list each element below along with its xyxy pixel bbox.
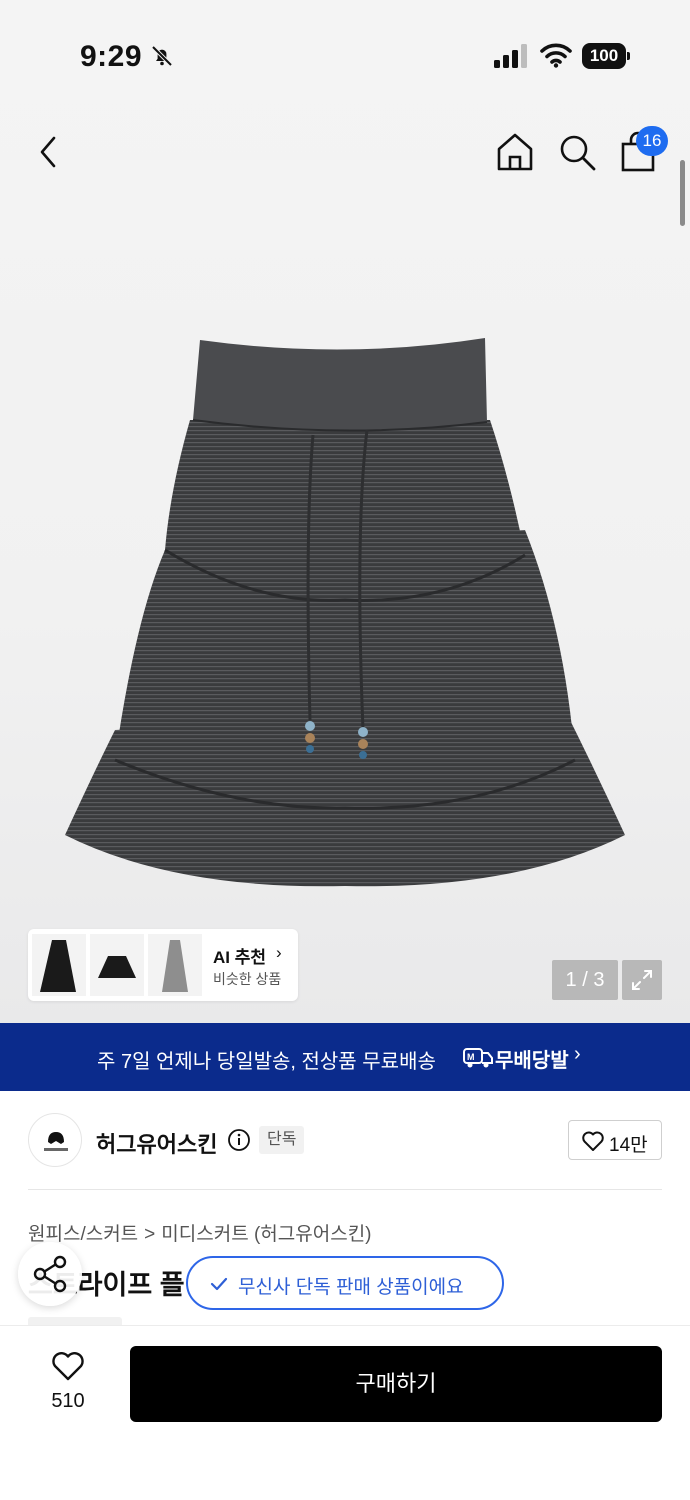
share-icon <box>33 1255 67 1293</box>
wifi-icon <box>540 43 572 68</box>
exclusive-badge: 단독 <box>259 1126 305 1154</box>
brand-name[interactable]: 허그유어스킨 <box>96 1127 217 1159</box>
chevron-right-icon: › <box>276 943 282 962</box>
recommendation-thumbnail[interactable] <box>32 934 86 996</box>
brand-row: 허그유어스킨 단독 14만 <box>0 1091 690 1191</box>
wishlist-count: 510 <box>51 1390 85 1412</box>
cart-count-badge: 16 <box>636 126 668 156</box>
top-navigation <box>0 120 690 184</box>
toast-text: 무신사 단독 판매 상품이에요 <box>238 1277 464 1298</box>
divider <box>28 1189 662 1190</box>
scrollbar[interactable] <box>680 160 685 226</box>
battery-nub <box>627 52 630 60</box>
brand-like-count: 14만 <box>609 1135 648 1156</box>
wishlist-button[interactable]: 510 <box>38 1350 98 1420</box>
home-icon[interactable] <box>493 130 537 174</box>
breadcrumb-separator: > <box>144 1224 156 1245</box>
brand-like-button[interactable]: 14만 <box>568 1120 662 1160</box>
cell-signal-icon <box>494 44 527 68</box>
delivery-banner[interactable]: 주 7일 언제나 당일발송, 전상품 무료배송 M 무배당발 › <box>0 1023 690 1091</box>
svg-text:M: M <box>467 1052 475 1062</box>
expand-icon[interactable] <box>622 960 662 1000</box>
ai-recommend-title: AI 추천 <box>213 948 267 967</box>
product-photo-skirt <box>65 338 625 887</box>
recommendation-thumbnail[interactable] <box>148 934 202 996</box>
banner-brand: 무배당발 <box>495 1050 569 1072</box>
share-button[interactable] <box>18 1242 82 1306</box>
ai-recommendation-card[interactable]: AI 추천 › 비슷한 상품 <box>28 929 298 1001</box>
status-bar: 9:29 100 <box>0 0 690 100</box>
exclusive-toast: 무신사 단독 판매 상품이에요 <box>186 1256 504 1310</box>
ai-recommend-subtitle: 비슷한 상품 <box>213 971 282 987</box>
heart-icon <box>582 1131 604 1151</box>
search-icon[interactable] <box>555 130 599 174</box>
product-image-gallery[interactable]: 9:29 100 16 AI 추천 › 비슷한 상품 1 / 3 <box>0 0 690 1023</box>
check-icon <box>210 1277 228 1291</box>
back-arrow-icon[interactable] <box>30 132 66 172</box>
image-counter: 1 / 3 <box>552 960 618 1000</box>
battery-indicator: 100 <box>582 43 630 69</box>
buy-button[interactable]: 구매하기 <box>130 1346 662 1422</box>
delivery-truck-icon: M <box>463 1048 493 1068</box>
info-icon[interactable] <box>227 1128 251 1152</box>
brand-logo[interactable] <box>28 1113 82 1167</box>
status-time: 9:29 <box>80 40 143 73</box>
heart-icon <box>52 1352 84 1381</box>
chevron-right-icon: › <box>574 1043 581 1065</box>
recommendation-thumbnail[interactable] <box>90 934 144 996</box>
banner-text: 주 7일 언제나 당일발송, 전상품 무료배송 <box>97 1051 436 1073</box>
silent-bell-icon <box>151 45 173 67</box>
battery-level: 100 <box>582 43 626 69</box>
bottom-action-bar: 510 구매하기 <box>0 1325 690 1500</box>
breadcrumb-subcategory[interactable]: 미디스커트 (허그유어스킨) <box>161 1224 371 1245</box>
